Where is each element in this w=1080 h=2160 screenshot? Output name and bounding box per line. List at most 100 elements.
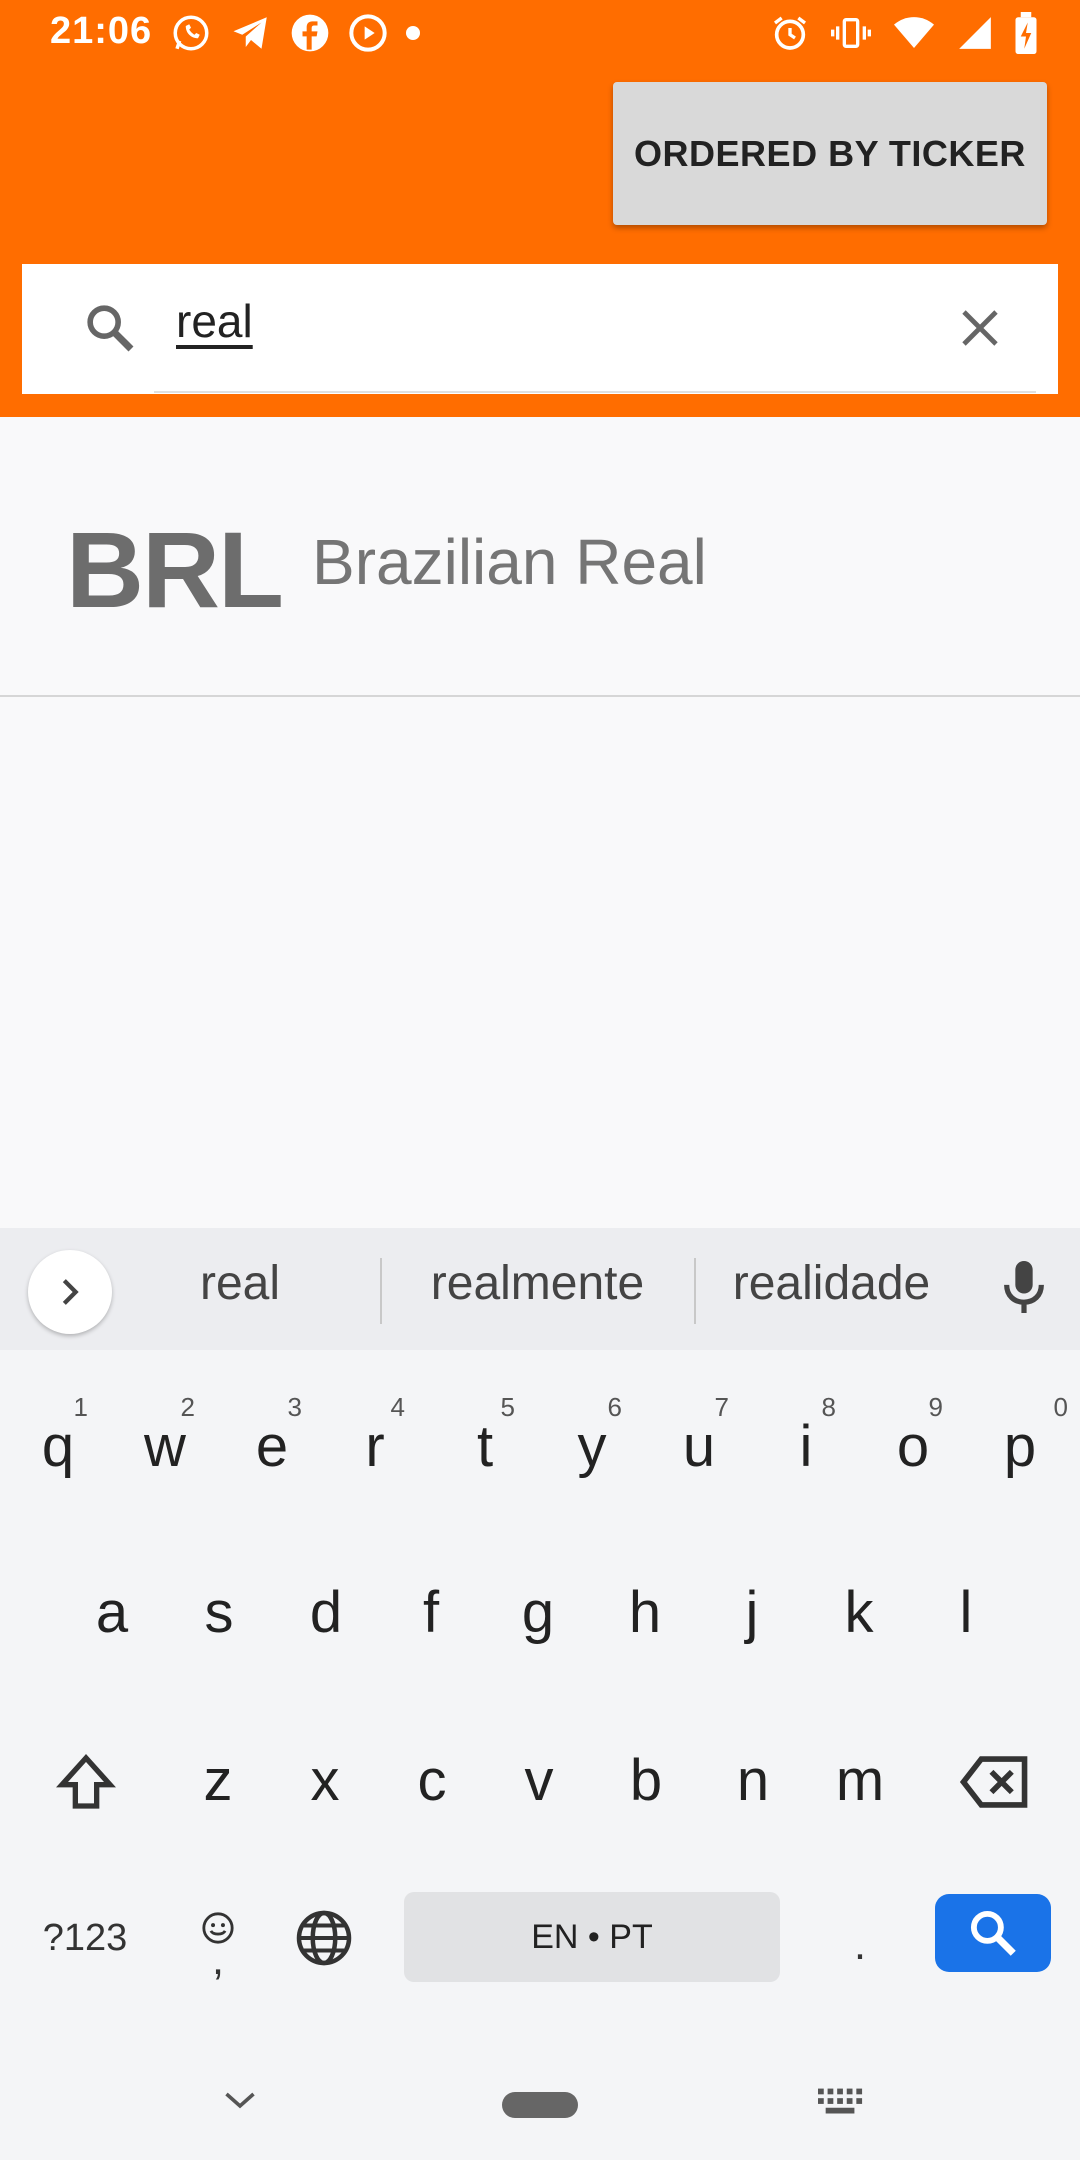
suggestion-strip: real realmente realidade bbox=[0, 1228, 1080, 1350]
key-label: r bbox=[365, 1413, 385, 1479]
key-label: j bbox=[745, 1579, 759, 1645]
key-label: g bbox=[521, 1579, 555, 1645]
battery-icon bbox=[1014, 12, 1038, 54]
key-label: y bbox=[577, 1413, 607, 1479]
key-label: n bbox=[736, 1747, 770, 1813]
globe-icon bbox=[296, 1910, 352, 1966]
telegram-icon bbox=[230, 12, 272, 54]
close-icon[interactable] bbox=[956, 304, 1004, 357]
key-u[interactable]: u7 bbox=[649, 1386, 749, 1506]
suggestion-3[interactable]: realidade bbox=[714, 1256, 949, 1311]
key-label: c bbox=[417, 1747, 447, 1813]
key-y[interactable]: y6 bbox=[542, 1386, 642, 1506]
key-hint: 2 bbox=[180, 1392, 195, 1422]
signal-icon bbox=[956, 13, 994, 53]
search-icon bbox=[82, 300, 138, 361]
key-label: v bbox=[524, 1747, 554, 1813]
list-item[interactable]: BRL Brazilian Real bbox=[0, 417, 1080, 697]
key-label: a bbox=[95, 1579, 129, 1645]
key-w[interactable]: w2 bbox=[115, 1386, 215, 1506]
key-hint: 3 bbox=[287, 1392, 302, 1422]
key-n[interactable]: n bbox=[703, 1720, 803, 1840]
system-icons bbox=[770, 12, 1038, 54]
key-label: z bbox=[203, 1747, 233, 1813]
key-hint: 5 bbox=[500, 1392, 515, 1422]
space-key[interactable]: EN • PT bbox=[404, 1892, 780, 1982]
soft-keyboard: real realmente realidade q1 w2 e3 r4 t5 … bbox=[0, 1228, 1080, 2160]
key-label: s bbox=[204, 1579, 234, 1645]
alarm-icon bbox=[770, 13, 810, 53]
suggestion-divider bbox=[694, 1258, 696, 1324]
key-i[interactable]: i8 bbox=[756, 1386, 856, 1506]
search-input[interactable]: real bbox=[176, 294, 253, 348]
whatsapp-icon bbox=[170, 12, 212, 54]
suggestion-divider bbox=[380, 1258, 382, 1324]
dot-icon bbox=[406, 26, 420, 40]
key-t[interactable]: t5 bbox=[435, 1386, 535, 1506]
key-hint: 4 bbox=[390, 1392, 405, 1422]
key-label: i bbox=[799, 1413, 813, 1479]
hide-keyboard-icon[interactable] bbox=[222, 2088, 258, 2117]
key-j[interactable]: j bbox=[702, 1552, 802, 1672]
language-key[interactable] bbox=[284, 1888, 364, 1988]
vibrate-icon bbox=[830, 13, 872, 53]
key-o[interactable]: o9 bbox=[863, 1386, 963, 1506]
key-hint: 9 bbox=[928, 1392, 943, 1422]
search-input-underline bbox=[154, 391, 1036, 393]
key-x[interactable]: x bbox=[275, 1720, 375, 1840]
key-hint: 0 bbox=[1053, 1392, 1068, 1422]
key-b[interactable]: b bbox=[596, 1720, 696, 1840]
key-z[interactable]: z bbox=[168, 1720, 268, 1840]
microphone-icon[interactable] bbox=[998, 1256, 1050, 1323]
search-action-key[interactable] bbox=[935, 1894, 1051, 1972]
key-r[interactable]: r4 bbox=[325, 1386, 425, 1506]
key-hint: 8 bbox=[821, 1392, 836, 1422]
key-label: k bbox=[844, 1579, 874, 1645]
key-l[interactable]: l bbox=[916, 1552, 1016, 1672]
key-label: o bbox=[896, 1413, 930, 1479]
key-k[interactable]: k bbox=[809, 1552, 909, 1672]
period-key[interactable]: . bbox=[820, 1888, 900, 1988]
key-h[interactable]: h bbox=[595, 1552, 695, 1672]
key-label: q bbox=[41, 1413, 75, 1479]
key-s[interactable]: s bbox=[169, 1552, 269, 1672]
key-label: m bbox=[835, 1747, 885, 1813]
key-p[interactable]: p0 bbox=[970, 1386, 1070, 1506]
key-a[interactable]: a bbox=[62, 1552, 162, 1672]
currency-name: Brazilian Real bbox=[312, 526, 707, 598]
key-f[interactable]: f bbox=[381, 1552, 481, 1672]
key-label: h bbox=[628, 1579, 662, 1645]
key-d[interactable]: d bbox=[276, 1552, 376, 1672]
home-handle[interactable] bbox=[502, 2092, 578, 2118]
backspace-icon bbox=[959, 1756, 1028, 1808]
youtube-icon bbox=[348, 13, 388, 53]
key-label: p bbox=[1003, 1413, 1037, 1479]
symbols-key[interactable]: ?123 bbox=[20, 1888, 150, 1988]
notification-icons bbox=[170, 12, 420, 54]
facebook-icon bbox=[290, 13, 330, 53]
key-e[interactable]: e3 bbox=[222, 1386, 322, 1506]
comma-key[interactable]: , bbox=[170, 1888, 266, 1998]
sort-order-button[interactable]: ORDERED BY TICKER bbox=[613, 82, 1047, 225]
wifi-icon bbox=[892, 13, 936, 53]
shift-key[interactable] bbox=[34, 1722, 138, 1842]
key-m[interactable]: m bbox=[810, 1720, 910, 1840]
key-label: e bbox=[255, 1413, 289, 1479]
keyboard-switch-icon[interactable] bbox=[818, 2088, 864, 2121]
key-hint: 1 bbox=[73, 1392, 88, 1422]
key-label: d bbox=[309, 1579, 343, 1645]
status-bar: 21:06 bbox=[0, 0, 1080, 66]
key-v[interactable]: v bbox=[489, 1720, 589, 1840]
search-bar[interactable]: real bbox=[22, 264, 1058, 394]
key-hint: 6 bbox=[607, 1392, 622, 1422]
key-label: u bbox=[682, 1413, 716, 1479]
key-q[interactable]: q1 bbox=[8, 1386, 108, 1506]
key-label: l bbox=[959, 1579, 973, 1645]
key-c[interactable]: c bbox=[382, 1720, 482, 1840]
expand-suggestions-button[interactable] bbox=[28, 1250, 112, 1334]
suggestion-1[interactable]: real bbox=[160, 1256, 320, 1311]
suggestion-2[interactable]: realmente bbox=[400, 1256, 675, 1311]
backspace-key[interactable] bbox=[944, 1722, 1044, 1842]
key-g[interactable]: g bbox=[488, 1552, 588, 1672]
comma-label: , bbox=[211, 1935, 225, 1984]
